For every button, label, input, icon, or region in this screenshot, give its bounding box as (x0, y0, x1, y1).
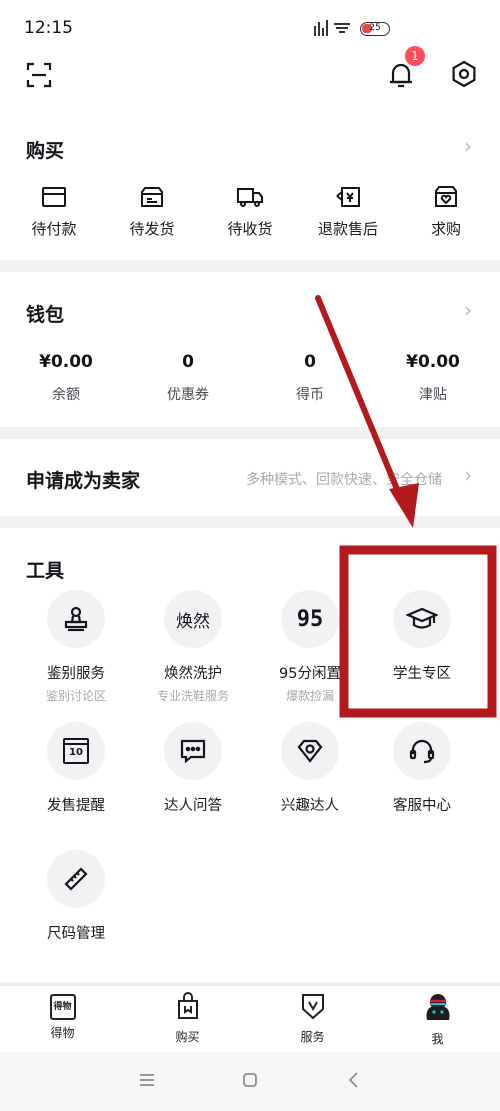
chevron-right-icon[interactable]: › (464, 134, 472, 158)
stamp-icon (64, 606, 88, 632)
truck-icon (237, 188, 263, 207)
wallet-balance[interactable]: ¥0.00 余额 (6, 352, 126, 404)
tool-sub: 鉴别讨论区 (45, 689, 106, 703)
tab-buy[interactable]: 购买 (125, 992, 250, 1045)
buy-section: 购买 › 待付款 待发货 待收货 退款售后 求购 (0, 120, 500, 260)
tool-customer-service[interactable]: 客服中心 (362, 722, 482, 815)
buy-item-pending-shipment[interactable]: 待发货 (102, 186, 202, 239)
diamond-icon (297, 739, 323, 763)
tool-label: 客服中心 (393, 798, 451, 814)
calendar-day: 10 (69, 747, 83, 758)
tool-label: 达人问答 (164, 798, 222, 814)
tool-95-idle[interactable]: 95 95分闲置 爆款捡漏 (250, 590, 370, 704)
tool-expert-qa[interactable]: 达人问答 (133, 722, 253, 815)
back-icon[interactable] (346, 1071, 362, 1093)
refund-icon (336, 187, 360, 207)
wallet-coupons[interactable]: 0 优惠券 (128, 352, 248, 404)
card-icon (42, 187, 66, 207)
tab-label: 得物 (50, 1026, 75, 1040)
tab-service[interactable]: 服务 (250, 992, 375, 1045)
shield-v-icon (301, 994, 324, 1020)
wallet-value: ¥0.00 (406, 352, 460, 372)
tool-student-zone[interactable]: 学生专区 (362, 590, 482, 683)
home-icon[interactable] (242, 1072, 258, 1092)
buy-item-label: 待收货 (227, 220, 273, 238)
buy-item-pending-receipt[interactable]: 待收货 (200, 186, 300, 239)
calendar-icon: 10 (63, 738, 89, 764)
tool-label: 95分闲置 (279, 666, 341, 682)
wallet-label: 得币 (296, 387, 324, 403)
signal-icon (312, 18, 356, 42)
buy-item-label: 求购 (430, 220, 461, 238)
chat-icon (180, 739, 206, 764)
heart-bag-icon (435, 186, 457, 207)
tool-authentication[interactable]: 鉴别服务 鉴别讨论区 (16, 590, 136, 704)
tool-label: 兴趣达人 (281, 798, 339, 814)
buy-item-pending-payment[interactable]: 待付款 (4, 186, 104, 239)
tool-label: 发售提醒 (47, 798, 105, 814)
buy-item-label: 退款售后 (317, 220, 378, 238)
tool-label: 尺码管理 (47, 926, 105, 942)
wallet-coins[interactable]: 0 得币 (250, 352, 370, 404)
wallet-label: 优惠券 (167, 387, 209, 403)
seller-section[interactable]: 申请成为卖家 多种模式、回款快速、安全仓储 › (0, 439, 500, 516)
scan-icon[interactable] (26, 62, 52, 92)
system-nav-bar (0, 1052, 500, 1111)
tool-interest-experts[interactable]: 兴趣达人 (250, 722, 370, 815)
tool-sub: 爆款捡漏 (285, 689, 334, 703)
status-time: 12:15 (24, 18, 73, 38)
ruler-icon (64, 867, 88, 891)
tool-label: 焕然洗护 (164, 666, 222, 682)
tools-section: 工具 鉴别服务 鉴别讨论区 焕然 焕然洗护 专业洗鞋服务 95 95分闲置 爆款… (0, 528, 500, 982)
tab-label: 我 (431, 1032, 444, 1046)
tool-huanran[interactable]: 焕然 焕然洗护 专业洗鞋服务 (133, 590, 253, 704)
wallet-value: ¥0.00 (39, 352, 93, 372)
tool-size-management[interactable]: 尺码管理 (16, 850, 136, 943)
tool-label: 鉴别服务 (47, 666, 105, 682)
seller-desc: 多种模式、回款快速、安全仓储 (246, 472, 442, 488)
tools-title: 工具 (26, 560, 65, 582)
chevron-right-icon[interactable]: › (464, 298, 472, 322)
buy-item-wanted[interactable]: 求购 (396, 186, 496, 239)
95-logo: 95 (296, 606, 324, 632)
dewu-logo-icon: 得物 (49, 994, 76, 1020)
box-icon (141, 187, 163, 207)
avatar-icon (426, 994, 449, 1020)
headset-icon (409, 739, 435, 764)
tool-release-reminder[interactable]: 10 发售提醒 (16, 722, 136, 815)
wallet-title: 钱包 (26, 304, 65, 326)
wallet-label: 余额 (52, 387, 80, 403)
graduation-cap-icon (406, 607, 438, 629)
buy-item-label: 待付款 (31, 220, 77, 238)
tool-label: 学生专区 (393, 666, 451, 682)
tab-me[interactable]: 我 (375, 992, 500, 1047)
tab-label: 购买 (175, 1030, 200, 1044)
wallet-value: 0 (304, 352, 316, 372)
buy-title: 购买 (26, 140, 65, 162)
tool-sub: 专业洗鞋服务 (156, 689, 229, 703)
shopping-bag-icon (177, 992, 198, 1019)
wallet-value: 0 (182, 352, 194, 372)
battery-level: 25 (369, 23, 381, 33)
top-header: 1 (0, 46, 500, 120)
tab-bar: 得物 得物 购买 服务 我 (0, 985, 500, 1052)
status-bar: 12:15 25 (0, 0, 500, 56)
wallet-label: 津贴 (419, 387, 447, 403)
wallet-section: 钱包 › ¥0.00 余额 0 优惠券 0 得币 ¥0.00 津贴 (0, 272, 500, 427)
tab-label: 服务 (300, 1030, 325, 1044)
buy-item-refund[interactable]: 退款售后 (298, 186, 398, 239)
wallet-allowance[interactable]: ¥0.00 津贴 (373, 352, 493, 404)
tab-dewu[interactable]: 得物 得物 (0, 994, 125, 1041)
chevron-right-icon[interactable]: › (464, 463, 472, 487)
buy-item-label: 待发货 (129, 220, 175, 238)
gear-icon[interactable] (450, 60, 478, 92)
menu-icon[interactable] (138, 1072, 156, 1092)
notification-badge: 1 (405, 46, 425, 66)
huanran-logo: 焕然 (176, 611, 210, 632)
seller-title: 申请成为卖家 (26, 470, 141, 492)
battery-icon: 25 (360, 22, 390, 36)
